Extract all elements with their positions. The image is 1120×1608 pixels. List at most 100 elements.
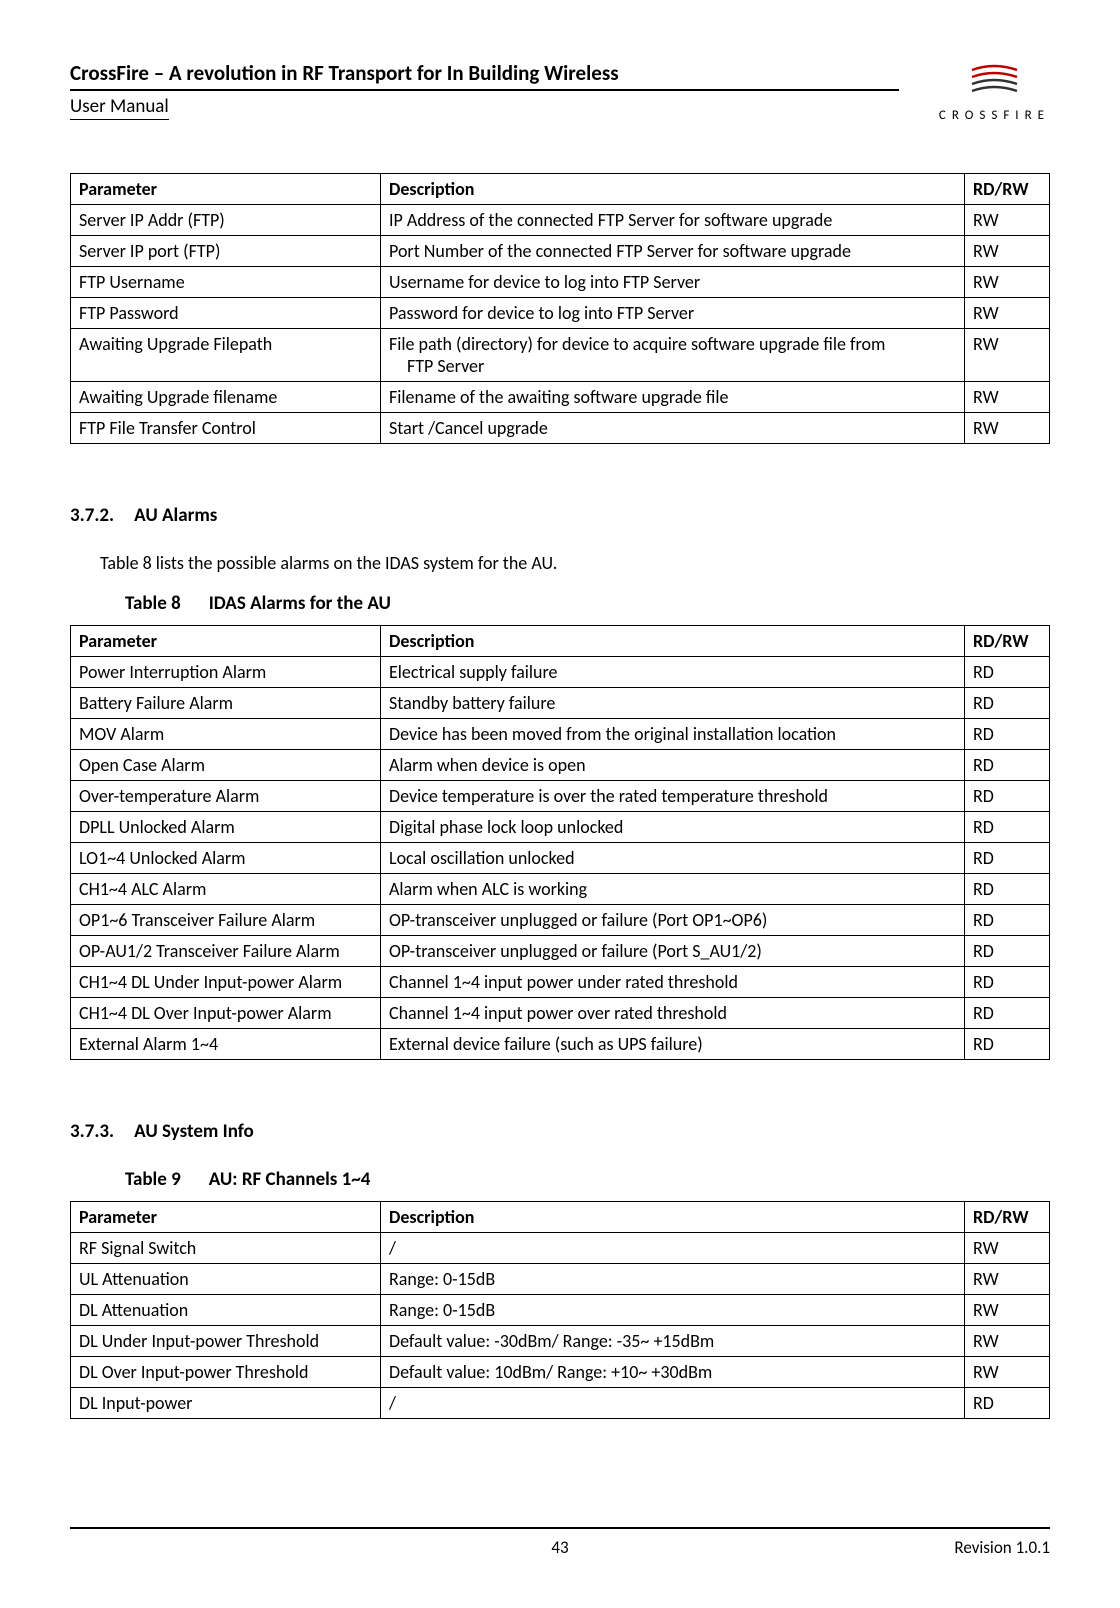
section-372-text: Table 8 lists the possible alarms on the…: [100, 552, 1050, 574]
cell-parameter: MOV Alarm: [71, 719, 381, 750]
cell-description: Port Number of the connected FTP Server …: [381, 236, 965, 267]
table-caption-title: IDAS Alarms for the AU: [209, 592, 391, 615]
cell-rdrw: RD: [965, 719, 1050, 750]
cell-rdrw: RW: [965, 298, 1050, 329]
col-header-description: Description: [381, 174, 965, 205]
cell-description: File path (directory) for device to acqu…: [381, 329, 965, 382]
cell-parameter: Over-temperature Alarm: [71, 781, 381, 812]
cell-parameter: LO1~4 Unlocked Alarm: [71, 843, 381, 874]
cell-parameter: FTP Username: [71, 267, 381, 298]
cell-description: Channel 1~4 input power over rated thres…: [381, 998, 965, 1029]
table-au-alarms: Parameter Description RD/RW Power Interr…: [70, 625, 1050, 1060]
table-row: DL Input-power/RD: [71, 1388, 1050, 1419]
cell-parameter: Server IP port (FTP): [71, 236, 381, 267]
cell-parameter: DL Attenuation: [71, 1295, 381, 1326]
table-ftp-params: Parameter Description RD/RW Server IP Ad…: [70, 173, 1050, 444]
col-header-parameter: Parameter: [71, 174, 381, 205]
page-number: 43: [551, 1537, 568, 1558]
table-row: Open Case AlarmAlarm when device is open…: [71, 750, 1050, 781]
table-row: MOV AlarmDevice has been moved from the …: [71, 719, 1050, 750]
table-row: Over-temperature AlarmDevice temperature…: [71, 781, 1050, 812]
table-row: Server IP Addr (FTP)IP Address of the co…: [71, 205, 1050, 236]
cell-description: Password for device to log into FTP Serv…: [381, 298, 965, 329]
header-left: CrossFire – A revolution in RF Transport…: [70, 60, 899, 120]
section-number: 3.7.3.: [70, 1120, 114, 1143]
cell-rdrw: RW: [965, 1264, 1050, 1295]
section-number: 3.7.2.: [70, 504, 114, 527]
cell-rdrw: RD: [965, 812, 1050, 843]
cell-parameter: Awaiting Upgrade Filepath: [71, 329, 381, 382]
page-footer: 43 Revision 1.0.1: [70, 1527, 1050, 1558]
table-9-caption: Table 9AU: RF Channels 1~4: [125, 1168, 1050, 1191]
table-row: CH1~4 DL Under Input-power AlarmChannel …: [71, 967, 1050, 998]
cell-rdrw: RW: [965, 267, 1050, 298]
table-row: Awaiting Upgrade FilepathFile path (dire…: [71, 329, 1050, 382]
cell-parameter: CH1~4 DL Over Input-power Alarm: [71, 998, 381, 1029]
cell-description: Username for device to log into FTP Serv…: [381, 267, 965, 298]
table-row: DL Over Input-power ThresholdDefault val…: [71, 1357, 1050, 1388]
table-row: FTP File Transfer ControlStart /Cancel u…: [71, 413, 1050, 444]
cell-rdrw: RW: [965, 236, 1050, 267]
cell-rdrw: RD: [965, 843, 1050, 874]
table-8-caption: Table 8IDAS Alarms for the AU: [125, 592, 1050, 615]
cell-rdrw: RD: [965, 1388, 1050, 1419]
cell-rdrw: RW: [965, 382, 1050, 413]
revision-label: Revision 1.0.1: [954, 1537, 1050, 1558]
cell-parameter: Open Case Alarm: [71, 750, 381, 781]
col-header-rdrw: RD/RW: [965, 626, 1050, 657]
col-header-description: Description: [381, 1202, 965, 1233]
table-row: Battery Failure AlarmStandby battery fai…: [71, 688, 1050, 719]
table-row: LO1~4 Unlocked AlarmLocal oscillation un…: [71, 843, 1050, 874]
section-title: AU System Info: [134, 1120, 254, 1143]
table-row: FTP UsernameUsername for device to log i…: [71, 267, 1050, 298]
cell-parameter: DL Over Input-power Threshold: [71, 1357, 381, 1388]
table-row: UL AttenuationRange: 0-15dBRW: [71, 1264, 1050, 1295]
table-row: OP1~6 Transceiver Failure AlarmOP-transc…: [71, 905, 1050, 936]
page-header: CrossFire – A revolution in RF Transport…: [70, 60, 1050, 123]
cell-description: Channel 1~4 input power under rated thre…: [381, 967, 965, 998]
table-row: Server IP port (FTP)Port Number of the c…: [71, 236, 1050, 267]
col-header-rdrw: RD/RW: [965, 174, 1050, 205]
cell-rdrw: RW: [965, 1233, 1050, 1264]
section-373-heading: 3.7.3. AU System Info: [70, 1120, 1050, 1143]
cell-parameter: FTP File Transfer Control: [71, 413, 381, 444]
table-row: DL Under Input-power ThresholdDefault va…: [71, 1326, 1050, 1357]
table-row: DPLL Unlocked AlarmDigital phase lock lo…: [71, 812, 1050, 843]
cell-description: Start /Cancel upgrade: [381, 413, 965, 444]
cell-parameter: Power Interruption Alarm: [71, 657, 381, 688]
cell-parameter: DL Under Input-power Threshold: [71, 1326, 381, 1357]
section-372-heading: 3.7.2. AU Alarms: [70, 504, 1050, 527]
crossfire-logo: CROSSFIRE: [939, 60, 1050, 123]
cell-rdrw: RD: [965, 936, 1050, 967]
cell-parameter: RF Signal Switch: [71, 1233, 381, 1264]
cell-rdrw: RW: [965, 329, 1050, 382]
table-caption-num: Table 9: [125, 1168, 181, 1191]
cell-description: Local oscillation unlocked: [381, 843, 965, 874]
section-title: AU Alarms: [134, 504, 217, 527]
cell-description: Digital phase lock loop unlocked: [381, 812, 965, 843]
table-row: RF Signal Switch/RW: [71, 1233, 1050, 1264]
cell-description: IP Address of the connected FTP Server f…: [381, 205, 965, 236]
cell-description: Alarm when ALC is working: [381, 874, 965, 905]
cell-description: Range: 0-15dB: [381, 1295, 965, 1326]
col-header-parameter: Parameter: [71, 626, 381, 657]
cell-description: Default value: 10dBm/ Range: +10~ +30dBm: [381, 1357, 965, 1388]
cell-rdrw: RD: [965, 998, 1050, 1029]
crossfire-logo-text: CROSSFIRE: [939, 108, 1050, 123]
cell-rdrw: RD: [965, 967, 1050, 998]
table-header-row: Parameter Description RD/RW: [71, 174, 1050, 205]
cell-rdrw: RD: [965, 688, 1050, 719]
col-header-parameter: Parameter: [71, 1202, 381, 1233]
cell-description: OP-transceiver unplugged or failure (Por…: [381, 936, 965, 967]
table-header-row: Parameter Description RD/RW: [71, 1202, 1050, 1233]
table-header-row: Parameter Description RD/RW: [71, 626, 1050, 657]
cell-rdrw: RD: [965, 750, 1050, 781]
cell-parameter: DPLL Unlocked Alarm: [71, 812, 381, 843]
cell-rdrw: RD: [965, 1029, 1050, 1060]
cell-description: OP-transceiver unplugged or failure (Por…: [381, 905, 965, 936]
cell-description: Range: 0-15dB: [381, 1264, 965, 1295]
crossfire-logo-icon: [967, 60, 1022, 95]
table-au-rf-channels: Parameter Description RD/RW RF Signal Sw…: [70, 1201, 1050, 1419]
cell-parameter: UL Attenuation: [71, 1264, 381, 1295]
cell-rdrw: RW: [965, 205, 1050, 236]
